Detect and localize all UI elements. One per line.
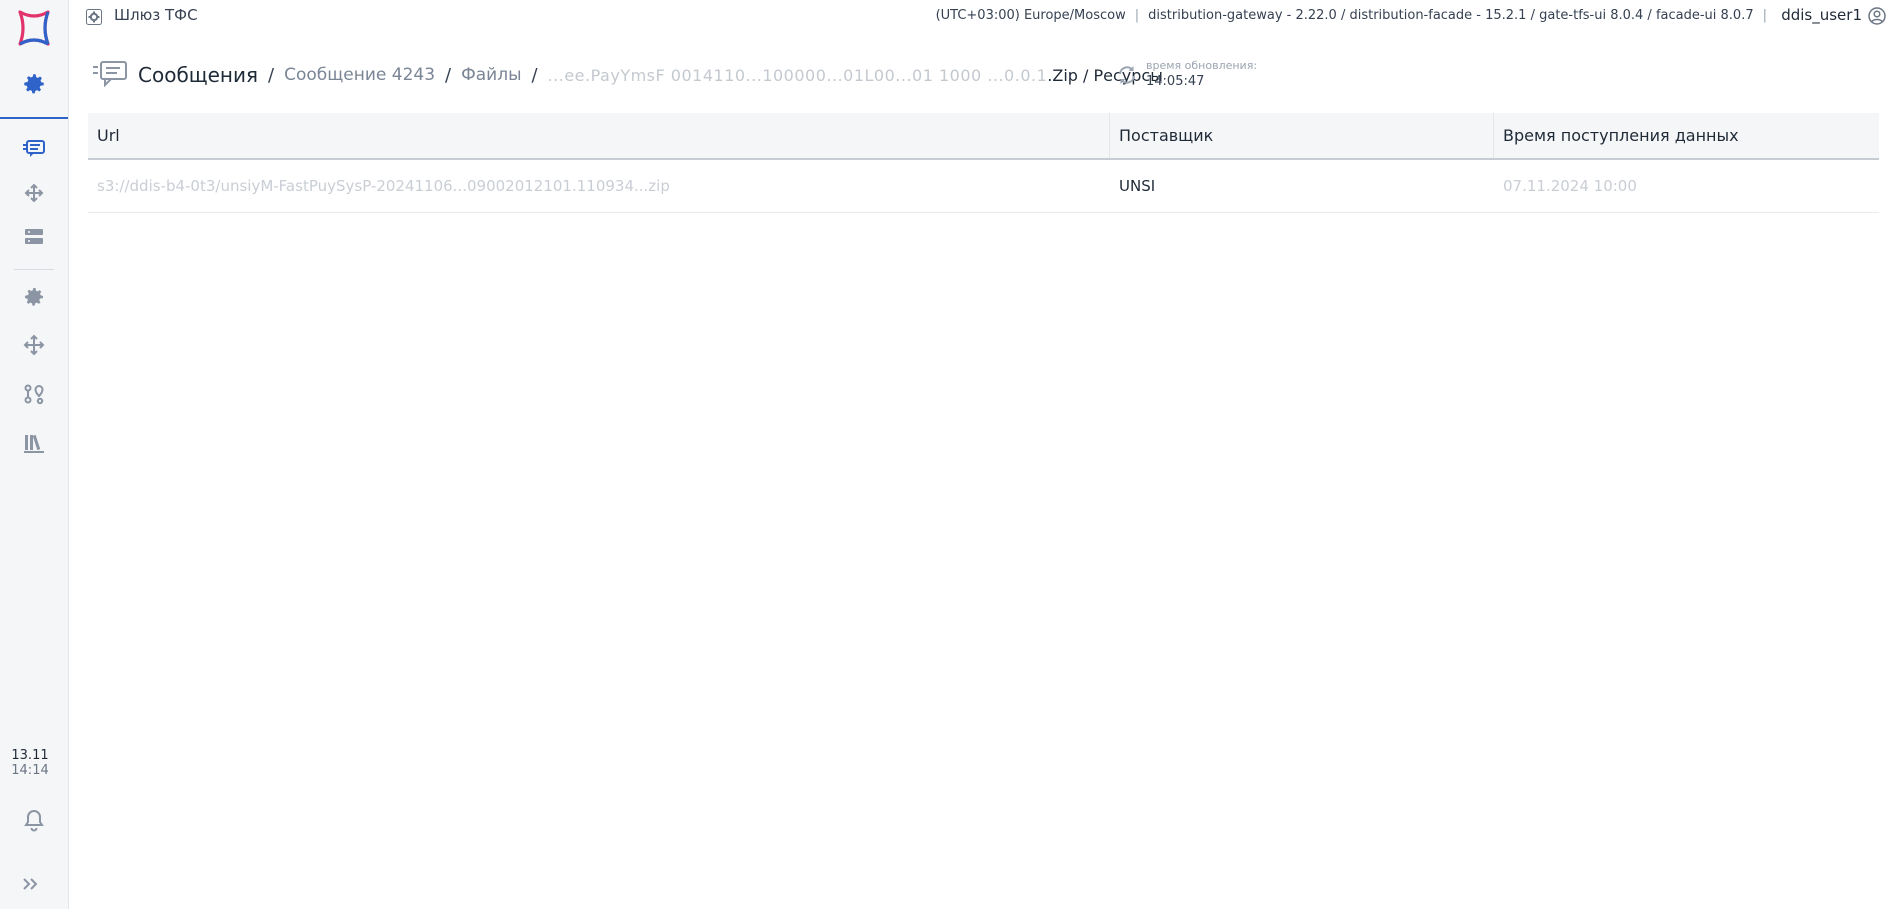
breadcrumb-file-name[interactable]: ...ee.PayYmsF 0014110...100000...01L00..…: [548, 66, 1048, 85]
refresh-icon[interactable]: [1116, 64, 1138, 90]
gear-icon: [25, 288, 43, 306]
notifications-bell-icon[interactable]: [0, 800, 68, 840]
app-title: Шлюз ТФС: [114, 6, 198, 24]
sidebar-item-settings[interactable]: [0, 277, 68, 317]
breadcrumb: Сообщения / Сообщение 4243 / Файлы / ...…: [92, 60, 1163, 90]
breadcrumb-root[interactable]: Сообщения: [138, 63, 258, 87]
app-gear-icon: [86, 9, 102, 29]
table-row[interactable]: s3://ddis-b4-0t3/unsiyM-FastPuySysP-2024…: [88, 160, 1879, 213]
update-time-value: 14:05:47: [1146, 74, 1205, 89]
clock-time: 14:14: [11, 763, 49, 778]
route-pin-icon: [24, 384, 44, 405]
sidebar: 13.11 14:14: [0, 0, 69, 909]
table-header: Url Поставщик Время поступления данных: [88, 113, 1879, 160]
breadcrumb-message[interactable]: Сообщение 4243: [284, 65, 435, 85]
column-header-received-time[interactable]: Время поступления данных: [1494, 113, 1879, 158]
expand-sidebar-icon[interactable]: [0, 864, 60, 904]
user-name[interactable]: ddis_user1: [1781, 6, 1862, 24]
timezone-label: (UTC+03:00) Europe/Moscow: [935, 8, 1126, 23]
sidebar-item-routes[interactable]: [0, 173, 68, 213]
breadcrumb-separator: /: [531, 64, 538, 86]
library-icon: [24, 434, 44, 453]
server-icon: [25, 229, 43, 244]
breadcrumb-files[interactable]: Файлы: [461, 65, 521, 85]
cell-received-time: 07.11.2024 10:00: [1503, 177, 1637, 195]
messages-icon: [23, 140, 45, 157]
breadcrumb-separator: /: [268, 64, 275, 86]
settings-gear-icon[interactable]: [0, 64, 68, 104]
sidebar-item-servers[interactable]: [0, 217, 68, 257]
clock-date: 13.11: [11, 748, 49, 763]
versions-label: distribution-gateway - 2.22.0 / distribu…: [1148, 8, 1754, 23]
column-header-url[interactable]: Url: [88, 113, 1110, 158]
sidebar-clock: 13.11 14:14: [0, 748, 60, 778]
sidebar-divider: [0, 117, 68, 119]
messages-header-icon: [92, 59, 128, 91]
resources-table: Url Поставщик Время поступления данных s…: [88, 113, 1879, 213]
top-bar: Шлюз ТФС (UTC+03:00) Europe/Moscow | distr…: [68, 0, 1896, 32]
cell-url: s3://ddis-b4-0t3/unsiyM-FastPuySysP-2024…: [97, 177, 670, 195]
logo-icon[interactable]: [0, 6, 68, 50]
version-info: (UTC+03:00) Europe/Moscow | distribution-g…: [935, 8, 1767, 23]
arrows-cross-icon: [24, 183, 44, 203]
sidebar-separator: [14, 269, 54, 270]
sidebar-item-route-map[interactable]: [0, 374, 68, 414]
update-time-label: время обновления:: [1146, 59, 1258, 72]
breadcrumb-separator: /: [445, 64, 452, 86]
sidebar-item-messages[interactable]: [0, 129, 68, 169]
sidebar-item-library[interactable]: [0, 423, 68, 463]
sidebar-item-distribution[interactable]: [0, 325, 68, 365]
column-header-supplier[interactable]: Поставщик: [1110, 113, 1494, 158]
cell-supplier: UNSI: [1119, 177, 1156, 195]
user-avatar-icon[interactable]: [1868, 7, 1886, 29]
move-arrows-icon: [23, 334, 45, 356]
